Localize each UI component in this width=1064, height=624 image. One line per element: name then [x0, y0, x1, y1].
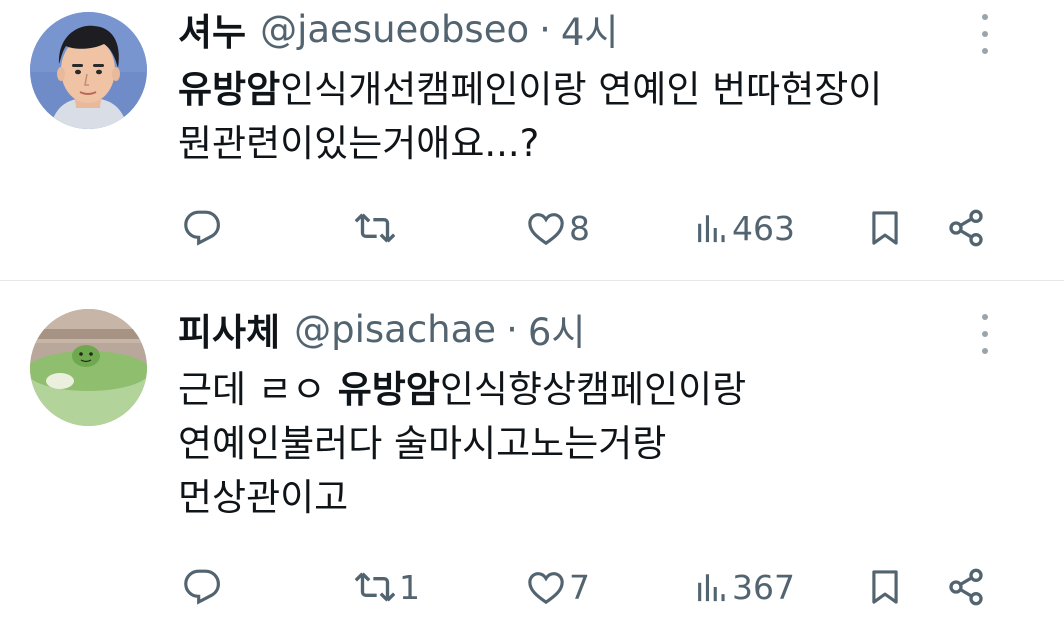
more-icon[interactable]: [978, 14, 992, 54]
tweet-line-text: 인식개선캠페인이랑 연예인 번따현장이: [280, 68, 883, 111]
separator: ·: [506, 307, 518, 351]
views-button[interactable]: 463: [694, 203, 795, 253]
separator: ·: [539, 7, 551, 51]
bookmark-button[interactable]: [866, 203, 904, 253]
tweet-line: 근데 ㄹㅇ 유방암인식향상캠페인이랑: [178, 363, 746, 417]
avatar[interactable]: [30, 12, 147, 129]
view-count: 367: [732, 567, 795, 607]
tweet-line-text: 인식향상캠페인이랑: [439, 368, 747, 411]
reply-button[interactable]: [183, 203, 225, 253]
reply-icon: [184, 210, 220, 246]
bookmark-button[interactable]: [866, 562, 904, 612]
like-count: 8: [569, 208, 590, 248]
retweet-icon: [355, 572, 395, 602]
retweet-count: 1: [399, 567, 420, 607]
tweet-header: 피사체 @pisachae · 6시: [178, 302, 586, 356]
tweet-line: 뭔관련이있는거애요...?: [178, 117, 882, 171]
retweet-button[interactable]: 1: [355, 562, 420, 612]
reply-icon: [184, 569, 220, 605]
user-handle[interactable]: @jaesueobseo: [260, 8, 529, 51]
bookmark-icon: [872, 211, 898, 245]
view-count: 463: [732, 208, 795, 248]
views-button[interactable]: 367: [694, 562, 795, 612]
avatar[interactable]: [30, 309, 147, 426]
tweet-bold-text: 유방암: [178, 68, 281, 111]
avatar-illustration: [30, 309, 147, 426]
views-icon: [698, 215, 725, 243]
tweet-line-prefix: 근데 ㄹㅇ: [178, 368, 338, 411]
tweet-line-text: 먼상관이고: [178, 476, 349, 519]
tweet-1[interactable]: 셔누 @jaesueobseo · 4시 유방암인식개선캠페인이랑 연예인 번따…: [0, 0, 1064, 280]
tweet-actions: 8 463: [0, 203, 1064, 253]
share-button[interactable]: [946, 203, 986, 253]
retweet-button[interactable]: [355, 203, 399, 253]
avatar-illustration: [30, 12, 147, 129]
tweet-line-text: 뭔관련이있는거애요...?: [178, 122, 540, 165]
tweet-header: 셔누 @jaesueobseo · 4시: [178, 2, 619, 56]
tweet-line-text: 연예인불러다 술마시고노는거랑: [178, 422, 667, 465]
tweet-text: 유방암인식개선캠페인이랑 연예인 번따현장이 뭔관련이있는거애요...?: [178, 63, 882, 171]
tweet-line: 유방암인식개선캠페인이랑 연예인 번따현장이: [178, 63, 882, 117]
bookmark-icon: [872, 570, 898, 604]
share-button[interactable]: [946, 562, 986, 612]
tweet-actions: 1 7 367: [0, 562, 1064, 612]
display-name[interactable]: 피사체: [178, 302, 280, 356]
reply-button[interactable]: [183, 562, 225, 612]
timestamp[interactable]: 6시: [528, 302, 586, 356]
tweet-bold-text: 유방암: [337, 368, 440, 411]
retweet-icon: [355, 213, 395, 243]
heart-icon: [528, 213, 564, 246]
tweet-2[interactable]: 피사체 @pisachae · 6시 근데 ㄹㅇ 유방암인식향상캠페인이랑 연예…: [0, 281, 1064, 624]
like-button[interactable]: 7: [527, 562, 590, 612]
heart-icon: [528, 572, 564, 605]
more-icon[interactable]: [978, 314, 992, 354]
timestamp[interactable]: 4시: [561, 2, 619, 56]
like-button[interactable]: 8: [527, 203, 590, 253]
tweet-text: 근데 ㄹㅇ 유방암인식향상캠페인이랑 연예인불러다 술마시고노는거랑 먼상관이고: [178, 363, 746, 525]
like-count: 7: [569, 567, 590, 607]
user-handle[interactable]: @pisachae: [294, 308, 496, 351]
tweet-line: 연예인불러다 술마시고노는거랑: [178, 417, 746, 471]
share-icon: [949, 209, 983, 247]
display-name[interactable]: 셔누: [178, 2, 246, 56]
tweet-line: 먼상관이고: [178, 471, 746, 525]
views-icon: [698, 574, 725, 602]
share-icon: [949, 568, 983, 606]
